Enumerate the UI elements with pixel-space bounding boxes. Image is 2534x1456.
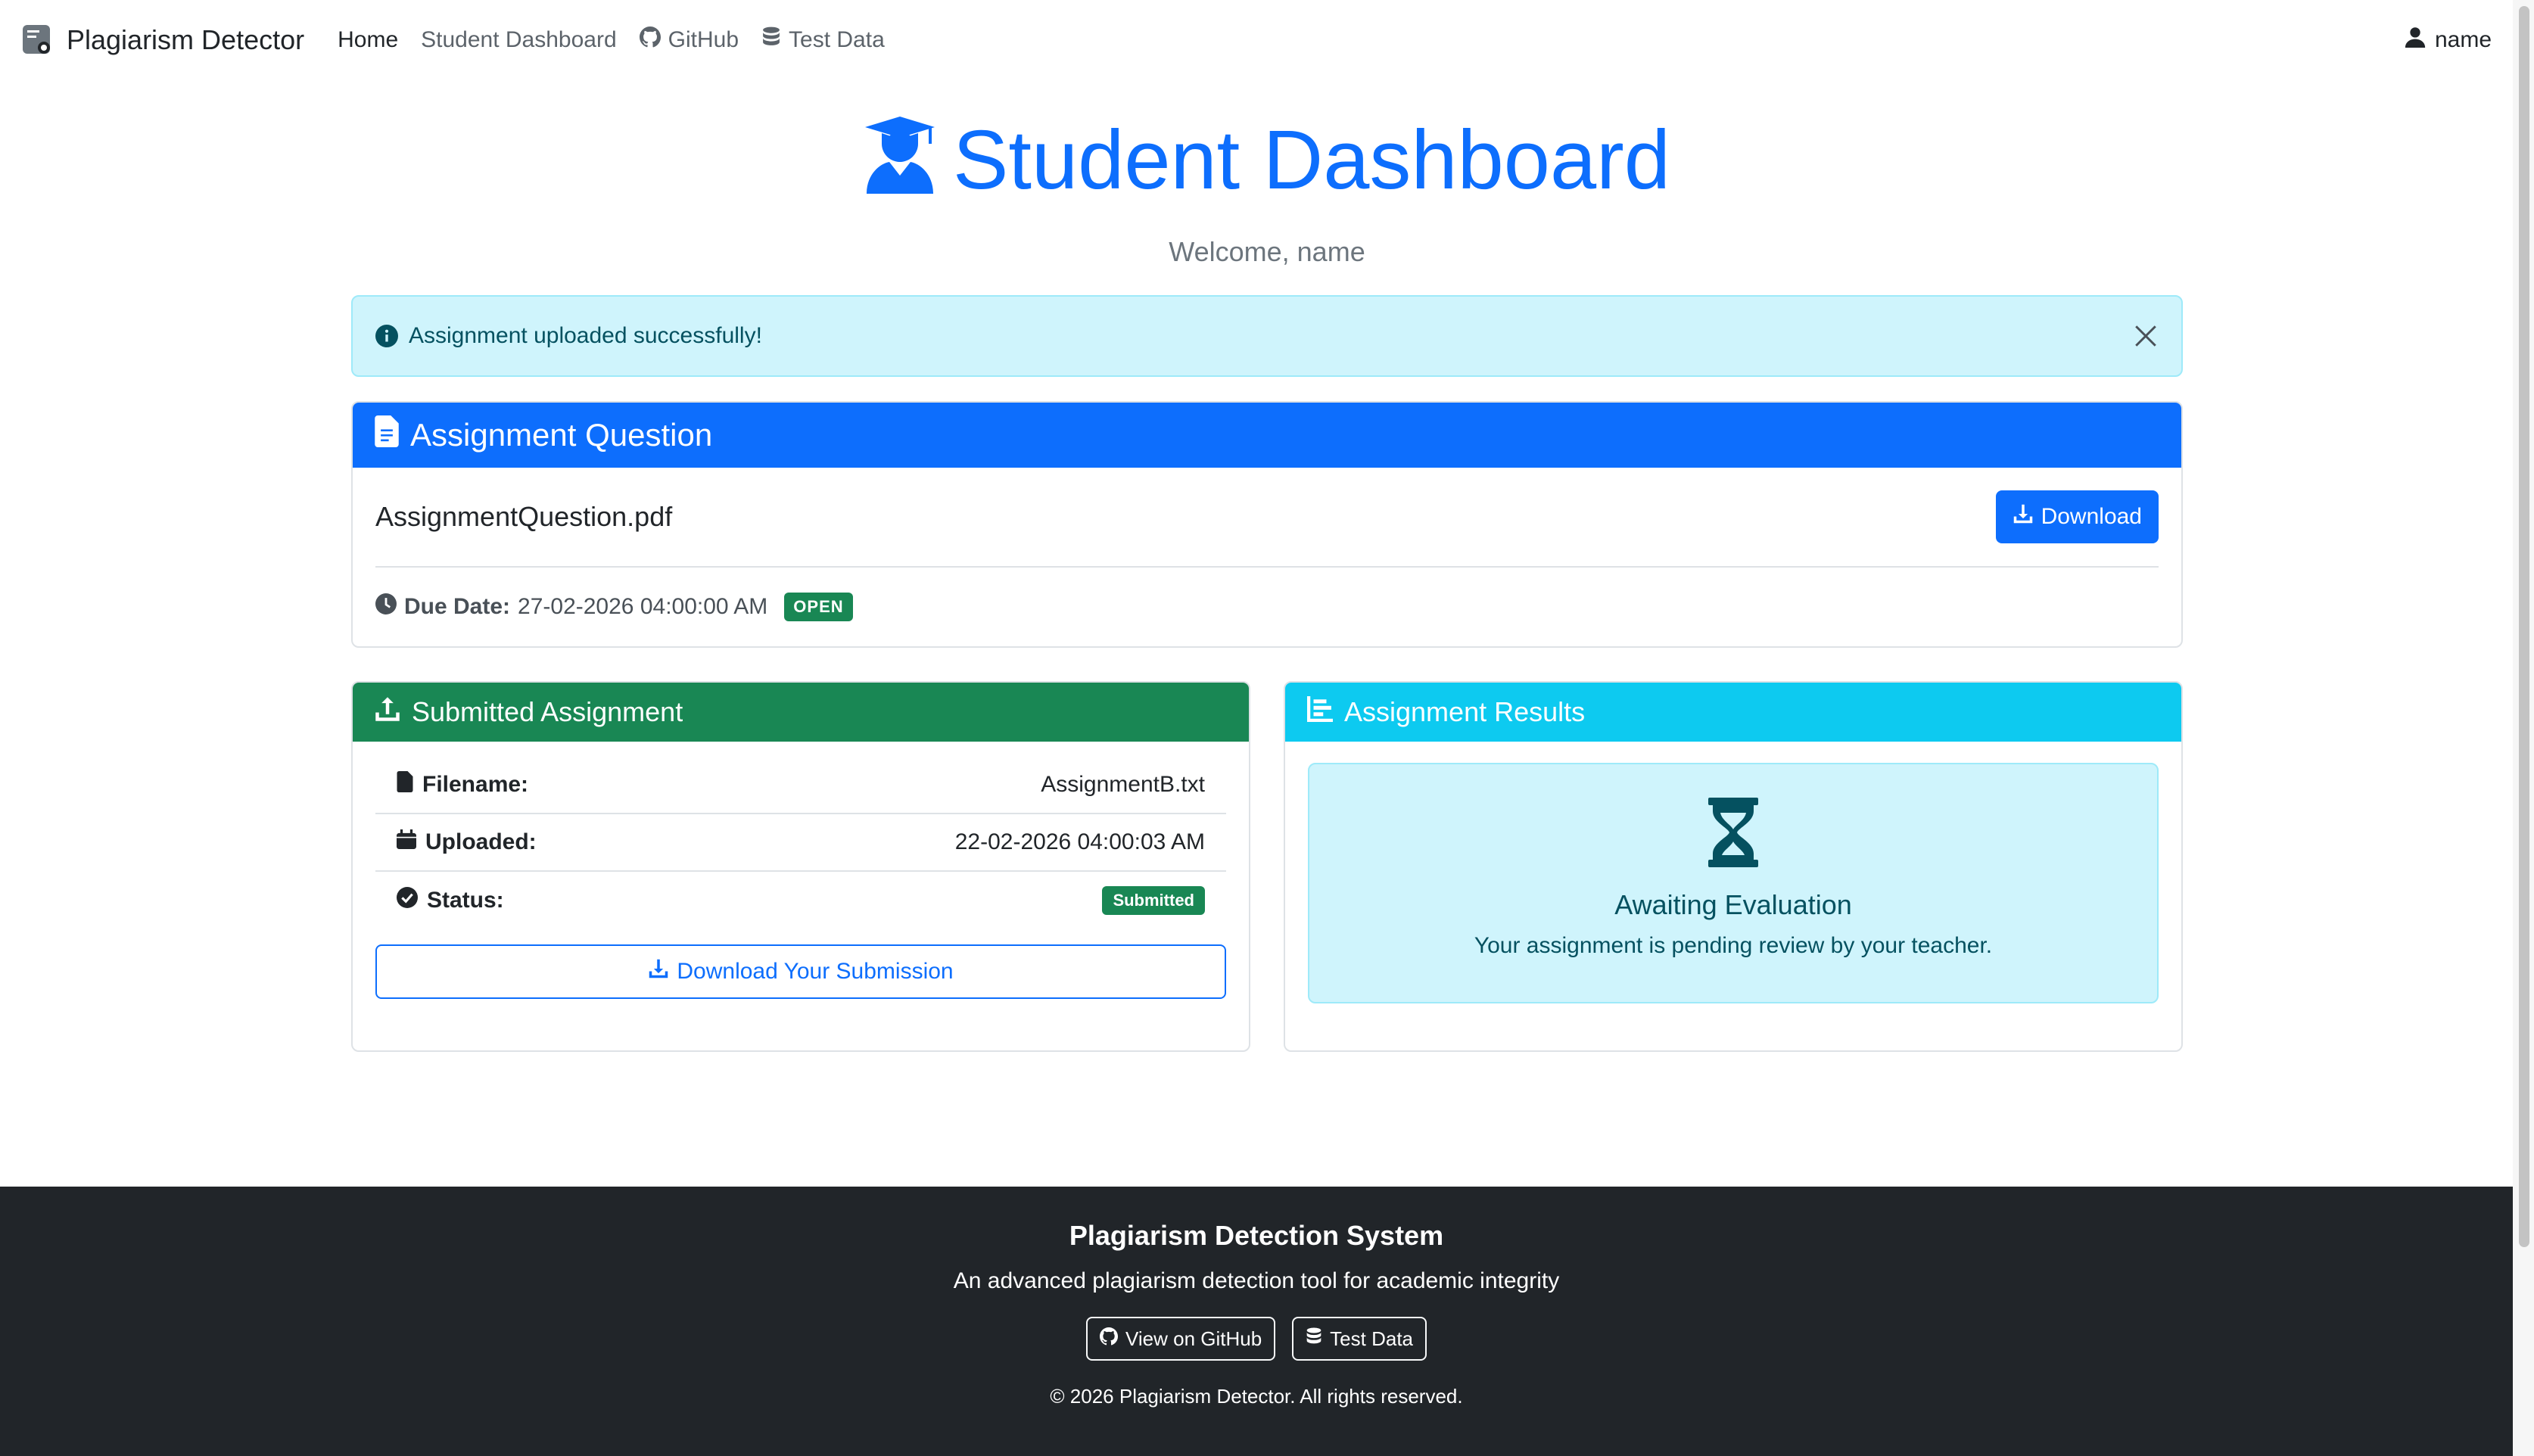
awaiting-evaluation-text: Your assignment is pending review by you… (1474, 933, 1993, 958)
status-label-group: Status: (397, 887, 504, 914)
submitted-assignment-header: Submitted Assignment (353, 683, 1249, 742)
close-icon[interactable] (2133, 323, 2159, 349)
clock-icon (375, 593, 397, 621)
filename-row: Filename: AssignmentB.txt (375, 757, 1226, 814)
download-icon (648, 958, 669, 985)
submitted-assignment-body: Filename: AssignmentB.txt Uploaded: 22-0… (353, 742, 1249, 999)
uploaded-row: Uploaded: 22-02-2026 04:00:03 AM (375, 814, 1226, 872)
assignment-question-title: Assignment Question (410, 417, 713, 453)
github-icon (639, 26, 661, 54)
due-date-value: 27-02-2026 04:00:00 AM (518, 594, 768, 619)
view-on-github-button[interactable]: View on GitHub (1086, 1317, 1276, 1361)
nav-test-data-label: Test Data (789, 27, 885, 52)
assignment-results-body: Awaiting Evaluation Your assignment is p… (1285, 742, 2181, 1025)
footer-test-data-label: Test Data (1330, 1327, 1413, 1350)
bar-chart-icon (1306, 695, 1334, 729)
nav-github-label: GitHub (668, 27, 739, 52)
navbar: Plagiarism Detector Home Student Dashboa… (0, 0, 2513, 80)
footer-links: View on GitHub Test Data (0, 1317, 2513, 1361)
status-row: Status: Submitted (375, 872, 1226, 929)
page-title-text: Student Dashboard (953, 114, 1670, 207)
brand-logo-icon (21, 23, 54, 57)
assignment-results-header: Assignment Results (1285, 683, 2181, 742)
footer-title: Plagiarism Detection System (1069, 1220, 1444, 1251)
download-icon (2013, 503, 2034, 530)
upload-icon (374, 695, 401, 730)
user-icon (2405, 26, 2426, 54)
due-date-label: Due Date: (404, 594, 511, 619)
footer: Plagiarism Detection System An advanced … (0, 1187, 2513, 1456)
nav-student-dashboard[interactable]: Student Dashboard (421, 27, 617, 53)
assignment-question-body: AssignmentQuestion.pdf Download Due Date… (353, 468, 2181, 646)
copyright: © 2026 Plagiarism Detector. All rights r… (1050, 1385, 1463, 1408)
awaiting-evaluation-title: Awaiting Evaluation (1614, 889, 1852, 920)
status-badge-submitted: Submitted (1102, 886, 1205, 915)
database-icon (1306, 1327, 1322, 1351)
check-circle-icon (397, 887, 418, 914)
welcome-text: Welcome, name (1169, 236, 1365, 267)
hourglass-icon (1708, 798, 1758, 871)
awaiting-evaluation-panel: Awaiting Evaluation Your assignment is p… (1308, 763, 2159, 1003)
download-submission-button[interactable]: Download Your Submission (375, 944, 1226, 999)
brand-name: Plagiarism Detector (67, 24, 305, 55)
nav-github[interactable]: GitHub (639, 26, 739, 54)
assignment-results-title: Assignment Results (1344, 696, 1586, 727)
question-filename: AssignmentQuestion.pdf (375, 501, 673, 532)
user-name: name (2434, 27, 2492, 52)
page-header: Student Dashboard Welcome, name (0, 114, 2534, 268)
download-question-label: Download (2041, 504, 2142, 529)
file-icon (397, 771, 413, 798)
submitted-assignment-title: Submitted Assignment (412, 696, 683, 727)
filename-label: Filename: (422, 772, 529, 797)
github-icon (1100, 1327, 1119, 1351)
footer-description: An advanced plagiarism detection tool fo… (953, 1268, 1560, 1293)
filename-label-group: Filename: (397, 771, 528, 798)
page: Plagiarism Detector Home Student Dashboa… (0, 0, 2534, 1456)
assignment-results-card: Assignment Results Awaiting Evaluation Y… (1284, 681, 2183, 1052)
view-on-github-label: View on GitHub (1125, 1327, 1262, 1350)
info-icon (375, 325, 398, 347)
status-label: Status: (427, 888, 504, 913)
due-date-row: Due Date: 27-02-2026 04:00:00 AM OPEN (375, 568, 2159, 646)
assignment-question-card: Assignment Question AssignmentQuestion.p… (351, 401, 2183, 648)
footer-test-data-button[interactable]: Test Data (1292, 1317, 1427, 1361)
download-submission-label: Download Your Submission (677, 959, 954, 984)
uploaded-label: Uploaded: (425, 829, 537, 854)
graduate-icon (864, 114, 936, 207)
alert-message: Assignment uploaded successfully! (409, 323, 762, 348)
uploaded-label-group: Uploaded: (397, 829, 537, 856)
submitted-assignment-card: Submitted Assignment Filename: Assignmen… (351, 681, 1250, 1052)
nav-home[interactable]: Home (338, 27, 398, 53)
brand[interactable]: Plagiarism Detector (21, 23, 304, 57)
uploaded-value: 22-02-2026 04:00:03 AM (954, 829, 1205, 854)
calendar-icon (397, 829, 416, 856)
nav-home-label: Home (338, 27, 399, 52)
status-badge-open: OPEN (784, 593, 853, 621)
filename-value: AssignmentB.txt (1041, 772, 1205, 797)
file-icon (374, 415, 400, 455)
assignment-question-header: Assignment Question (353, 403, 2181, 468)
user-menu[interactable]: name (2405, 26, 2492, 54)
page-title: Student Dashboard (864, 114, 1670, 207)
nav-test-data[interactable]: Test Data (761, 26, 885, 54)
question-file-row: AssignmentQuestion.pdf Download (375, 468, 2159, 568)
nav-student-dashboard-label: Student Dashboard (421, 27, 617, 52)
database-icon (761, 26, 781, 54)
download-question-button[interactable]: Download (1995, 490, 2159, 543)
success-alert: Assignment uploaded successfully! (351, 295, 2183, 377)
